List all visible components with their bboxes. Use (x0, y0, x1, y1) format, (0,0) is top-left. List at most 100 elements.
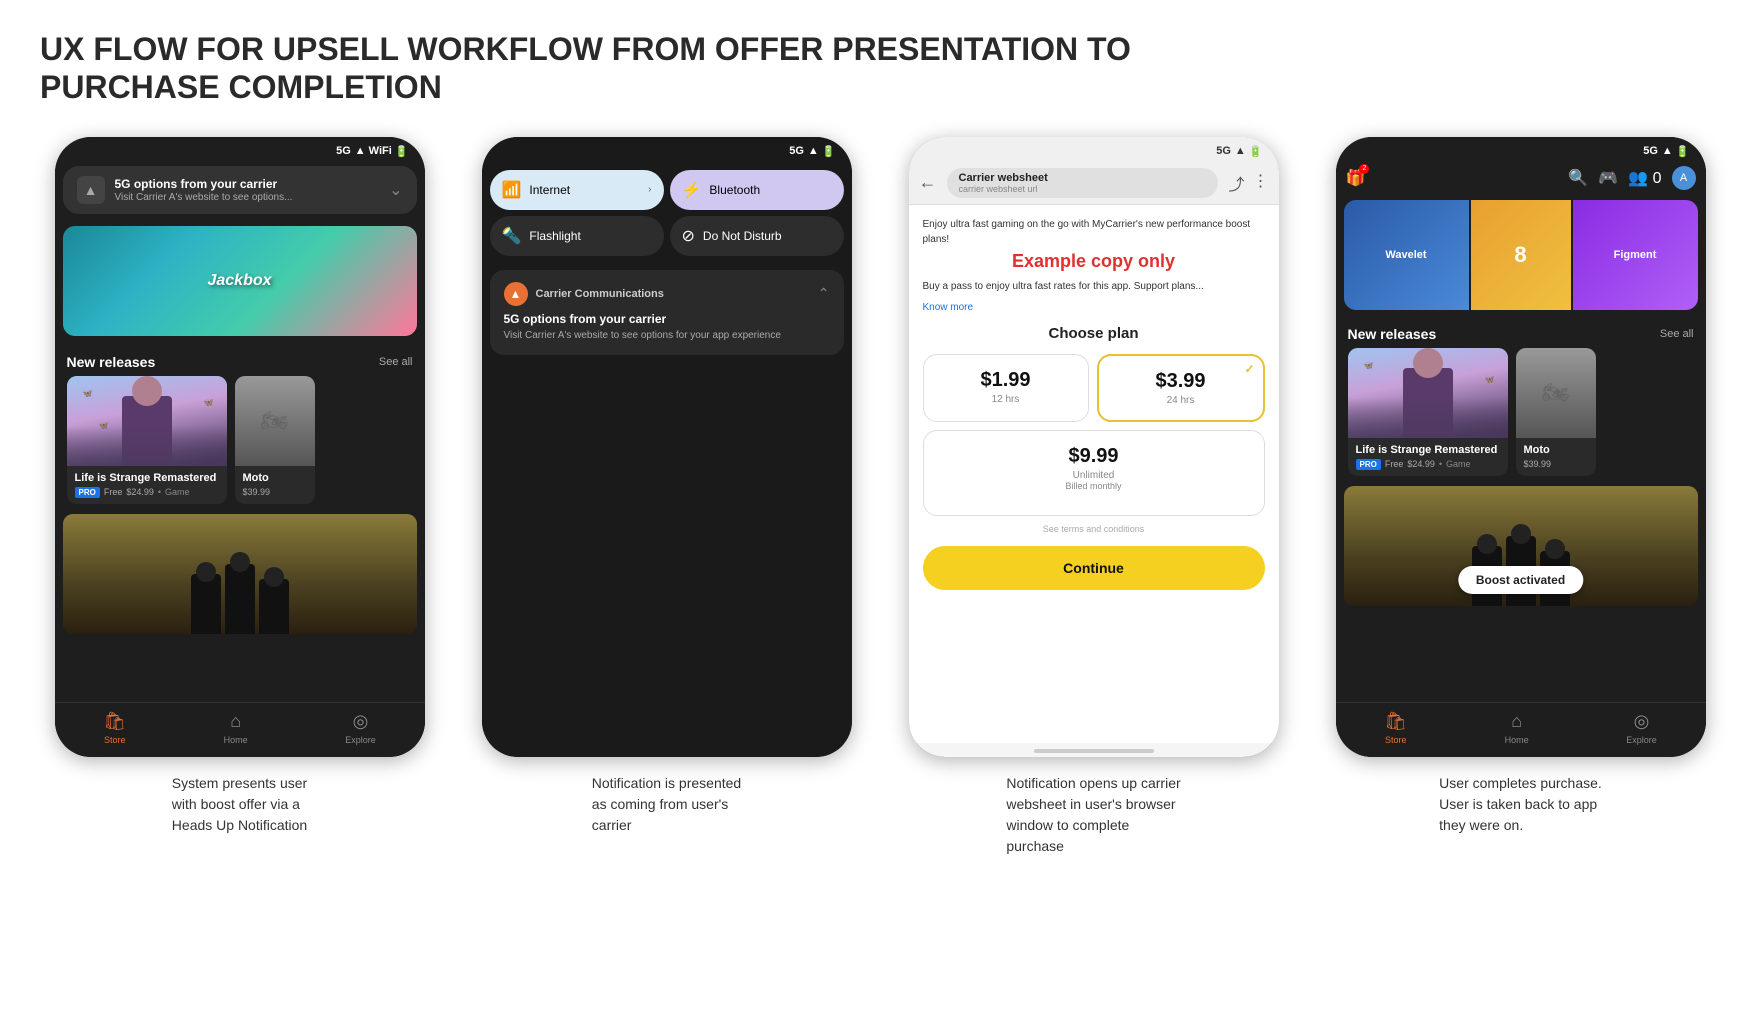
search-top-icon[interactable]: 🔍 (1568, 168, 1588, 188)
game-card-moto-4[interactable]: 🏍 Moto $39.99 (1516, 348, 1596, 476)
nav-home-label-1: Home (224, 735, 248, 745)
toolbar-actions: ⤴ ⋮ (1228, 171, 1268, 195)
qs-flashlight[interactable]: 🔦 Flashlight (490, 216, 664, 256)
plan-card-2[interactable]: $3.99 24 hrs (1097, 354, 1265, 422)
url-bar[interactable]: Carrier websheet carrier websheet url (947, 168, 1219, 198)
carrier-notif-body: Visit Carrier A's website to see options… (504, 329, 830, 343)
nav-home-label-4: Home (1505, 735, 1529, 745)
game-title-moto-1: Moto (243, 472, 307, 484)
game-info-moto-4: Moto $39.99 (1516, 438, 1596, 475)
carrier-notif-panel[interactable]: ▲ Carrier Communications ⌃ 5G options fr… (490, 270, 844, 355)
plan-note2: Billed monthly (932, 481, 1256, 491)
plan-note1: Unlimited (932, 470, 1256, 481)
qs-bluetooth[interactable]: ⚡ Bluetooth (670, 170, 844, 210)
url-bar-title: Carrier websheet (959, 172, 1207, 184)
carrier-notif-expand[interactable]: ⌃ (818, 285, 830, 302)
screen-1: 5G ▲ WiFi 🔋 ▲ 5G options from your carri… (55, 137, 425, 757)
game-price-moto-4: $39.99 (1524, 459, 1588, 469)
nav-store-1[interactable]: 🛍 Store (103, 711, 126, 745)
game-title-lis-4: Life is Strange Remastered (1356, 444, 1500, 456)
phone-mockup-2: 5G ▲ 🔋 📶 Internet › ⚡ Bluetooth (482, 137, 852, 757)
nav-home-4[interactable]: ⌂ Home (1505, 711, 1529, 745)
notif-chevron-icon[interactable]: ⌄ (389, 180, 402, 200)
pro-badge-4: PRO (1356, 459, 1381, 470)
qs-internet[interactable]: 📶 Internet › (490, 170, 664, 210)
game-type-label-1: Game (165, 487, 190, 497)
phone-mockup-1: 5G ▲ WiFi 🔋 ▲ 5G options from your carri… (55, 137, 425, 757)
plan-duration-2: 24 hrs (1107, 395, 1255, 406)
heads-up-notification[interactable]: ▲ 5G options from your carrier Visit Car… (63, 166, 417, 214)
status-bar-1: 5G ▲ WiFi 🔋 (55, 137, 425, 162)
plan-card-unlimited[interactable]: $9.99 Unlimited Billed monthly (923, 430, 1265, 516)
figment-banner: Figment (1573, 200, 1698, 310)
status-5g-3: 5G (1216, 145, 1231, 157)
game-card-moto-1[interactable]: 🏍 Moto $39.99 (235, 376, 315, 504)
url-bar-url: carrier websheet url (959, 184, 1207, 194)
flow-step-4: 5G ▲ 🔋 🎁 2 🔍 (1321, 137, 1720, 836)
bottom-nav-4: 🛍 Store ⌂ Home ◎ Explore (1336, 702, 1706, 757)
game-title-lis-1: Life is Strange Remastered (75, 472, 219, 484)
girl-figure-1 (122, 396, 172, 466)
hero-banner-s4[interactable]: Wavelet 8 Figment (1344, 200, 1698, 310)
play-top-right: 🔍 🎮 👥 0 A (1568, 166, 1695, 190)
people-icon[interactable]: 👥 0 (1628, 168, 1661, 188)
flow-step-3: 5G ▲ 🔋 ← Carrier websheet carrier webshe… (894, 137, 1293, 857)
see-all-4[interactable]: See all (1660, 328, 1694, 340)
gift-badge: 2 (1359, 164, 1369, 174)
game-card-lis-4[interactable]: 🦋 🦋 Life is Strange Remastered PRO Free (1348, 348, 1508, 476)
controller-icon[interactable]: 🎮 (1598, 168, 1618, 188)
hero-banner-jackbox[interactable]: Jackbox (63, 226, 417, 336)
explore-icon-4: ◎ (1634, 711, 1650, 732)
continue-button[interactable]: Continue (923, 546, 1265, 590)
notif-content: 5G options from your carrier Visit Carri… (115, 177, 380, 203)
qs-dnd[interactable]: ⊘ Do Not Disturb (670, 216, 844, 256)
status-bar-4: 5G ▲ 🔋 (1336, 137, 1706, 162)
game-price-original-4: $24.99 (1407, 459, 1435, 469)
screen-4: 5G ▲ 🔋 🎁 2 🔍 (1336, 137, 1706, 757)
game-info-lis-1: Life is Strange Remastered PRO Free $24.… (67, 466, 227, 504)
signal-icon-1: ▲ (355, 145, 366, 157)
wifi-icon-1: WiFi (369, 145, 392, 157)
more-icon[interactable]: ⋮ (1253, 171, 1269, 195)
share-icon[interactable]: ⤴ (1228, 171, 1244, 195)
user-avatar[interactable]: A (1672, 166, 1696, 190)
play-top-bar: 🎁 2 🔍 🎮 👥 0 A (1336, 162, 1706, 194)
carrier-notif-header: ▲ Carrier Communications ⌃ (504, 282, 830, 306)
gift-icon[interactable]: 🎁 2 (1346, 168, 1366, 188)
nav-explore-label-1: Explore (345, 735, 376, 745)
nav-explore-4[interactable]: ◎ Explore (1626, 711, 1657, 745)
butterfly-1: 🦋 (83, 389, 93, 398)
nav-home-1[interactable]: ⌂ Home (224, 711, 248, 745)
quick-settings: 📶 Internet › ⚡ Bluetooth 🔦 Flashlight ⊘ (482, 162, 852, 264)
butterfly-4a: 🦋 (1364, 361, 1374, 370)
see-all-1[interactable]: See all (379, 356, 413, 368)
lis-artwork-4: 🦋 🦋 (1348, 348, 1508, 438)
bottom-game-banner-4[interactable]: Boost activated (1344, 486, 1698, 606)
eight-banner: 8 (1471, 200, 1571, 310)
explore-icon-1: ◎ (353, 711, 369, 732)
plan-price-1: $1.99 (932, 369, 1080, 392)
status-icons-1: ▲ WiFi 🔋 (355, 145, 409, 158)
game-thumb-lis-4: 🦋 🦋 (1348, 348, 1508, 438)
nav-store-4[interactable]: 🛍 Store (1384, 711, 1407, 745)
plan-price-2: $3.99 (1107, 370, 1255, 393)
screen-2: 5G ▲ 🔋 📶 Internet › ⚡ Bluetooth (482, 137, 852, 757)
bottom-game-banner-1[interactable] (63, 514, 417, 634)
dnd-qs-icon: ⊘ (682, 226, 695, 246)
status-bar-3: 5G ▲ 🔋 (909, 137, 1279, 162)
know-more-link[interactable]: Know more (923, 302, 1265, 313)
status-5g-4: 5G (1643, 145, 1658, 157)
section-title-4: New releases (1348, 326, 1437, 342)
home-icon-1: ⌂ (230, 711, 241, 732)
game-thumb-lis-1: 🦋 🦋 🦋 (67, 376, 227, 466)
game-card-lis-1[interactable]: 🦋 🦋 🦋 Life is Strange Remastered PRO (67, 376, 227, 504)
game-price-free-1: Free (104, 487, 123, 497)
status-icons-2: ▲ 🔋 (808, 145, 836, 158)
step-description-1: System presents userwith boost offer via… (172, 773, 307, 836)
nav-explore-1[interactable]: ◎ Explore (345, 711, 376, 745)
back-button[interactable]: ← (919, 172, 937, 193)
plan-card-1[interactable]: $1.99 12 hrs (923, 354, 1089, 422)
status-icons-4: ▲ 🔋 (1662, 145, 1690, 158)
screen-3: 5G ▲ 🔋 ← Carrier websheet carrier webshe… (909, 137, 1279, 757)
butterfly-3: 🦋 (99, 421, 109, 430)
